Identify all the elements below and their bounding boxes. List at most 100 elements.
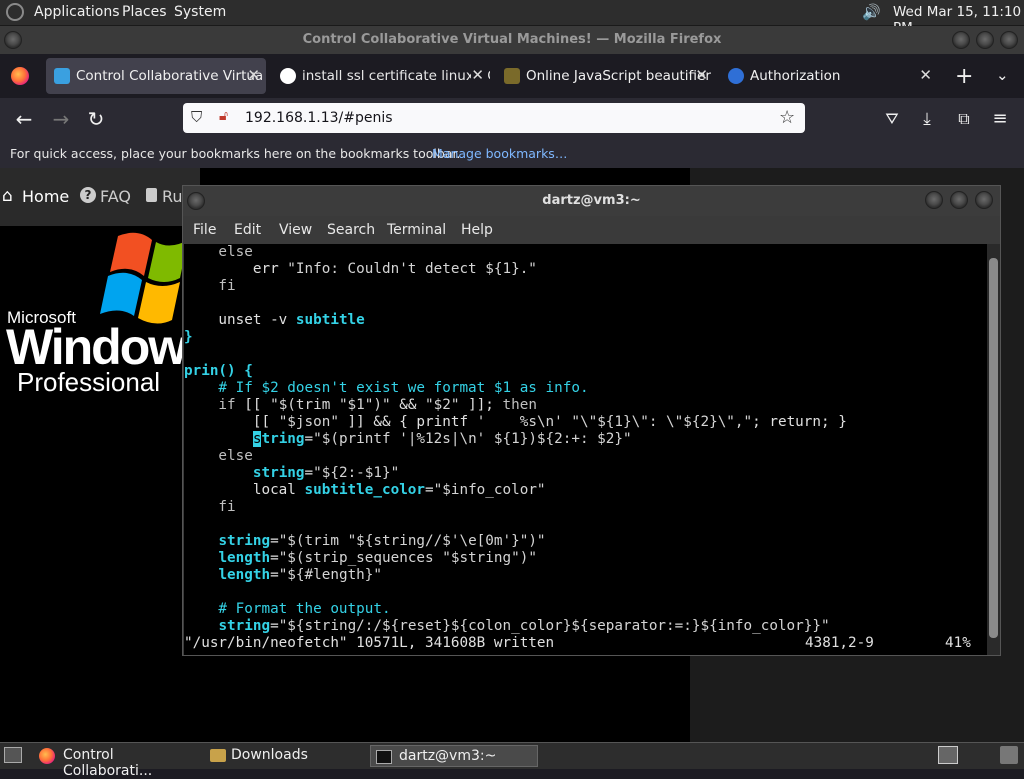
windows-flag-logo bbox=[100, 232, 188, 324]
insecure-lock-icon[interactable]: 🔓︎ bbox=[219, 108, 228, 124]
terminal-titlebar[interactable]: dartz@vm3:~ bbox=[183, 186, 1000, 216]
code-line: prin() { bbox=[184, 363, 253, 379]
firefox-icon[interactable] bbox=[11, 67, 29, 85]
nav-rules[interactable]: Ru bbox=[162, 187, 183, 206]
code-line: length="${#length}" bbox=[218, 567, 382, 583]
tab-authorization[interactable]: Authorization ✕ bbox=[720, 58, 938, 94]
tab-label: install ssl certificate linux - G bbox=[302, 68, 490, 84]
code-line: fi bbox=[184, 499, 236, 515]
terminal-window[interactable]: dartz@vm3:~ File Edit View Search Termin… bbox=[182, 185, 1001, 656]
code-line: else bbox=[184, 244, 253, 260]
reload-icon[interactable]: ↻ bbox=[83, 106, 109, 132]
maximize-button[interactable] bbox=[976, 31, 994, 49]
close-tab-icon[interactable]: ✕ bbox=[695, 66, 708, 84]
close-tab-icon[interactable]: ✕ bbox=[919, 66, 932, 84]
forward-arrow-icon[interactable]: → bbox=[48, 106, 74, 132]
tab-list-chevron-icon[interactable]: ⌄ bbox=[996, 66, 1009, 84]
new-tab-icon[interactable]: + bbox=[955, 64, 973, 89]
menu-applications[interactable]: Applications bbox=[34, 4, 120, 20]
scrollbar-thumb[interactable] bbox=[989, 258, 998, 638]
terminal-menu-file[interactable]: File bbox=[193, 222, 216, 238]
close-tab-icon[interactable]: ✕ bbox=[247, 66, 260, 84]
terminal-menu-view[interactable]: View bbox=[279, 222, 312, 238]
code-line: string="$(printf '|%12s|\n' ${1})${2:+: … bbox=[252, 431, 632, 447]
faq-icon[interactable]: ? bbox=[80, 187, 96, 203]
distro-logo-icon[interactable] bbox=[6, 3, 24, 21]
code-line: string="${2:-$1}" bbox=[252, 465, 400, 481]
tab-control-collaborative[interactable]: Control Collaborative Virtua ✕ bbox=[46, 58, 266, 94]
terminal-maximize-button[interactable] bbox=[950, 191, 968, 209]
downloads-icon[interactable]: ⤓ bbox=[914, 106, 940, 132]
tab-install-ssl[interactable]: install ssl certificate linux - G ✕ bbox=[272, 58, 490, 94]
firefox-titlebar[interactable]: Control Collaborative Virtual Machines! … bbox=[0, 26, 1024, 54]
code-line: # Format the output. bbox=[184, 601, 391, 617]
site-nav: ⌂ Home ? FAQ Ru bbox=[0, 168, 200, 226]
bookmark-star-icon[interactable]: ☆ bbox=[779, 107, 795, 128]
taskbar-item-downloads[interactable]: Downloads bbox=[206, 745, 366, 767]
window-title: Control Collaborative Virtual Machines! … bbox=[302, 32, 722, 47]
code-line: if [[ "$(trim "$1")" && "$2" ]]; then bbox=[184, 397, 537, 413]
url-bar[interactable]: ⛉ 🔓︎ 192.168.1.13/#penis ☆ bbox=[183, 103, 805, 133]
trash-icon[interactable] bbox=[1000, 746, 1018, 764]
back-arrow-icon[interactable]: ← bbox=[11, 106, 37, 132]
js-beautifier-icon bbox=[504, 68, 520, 84]
vim-cursor-position: 4381,2-9 bbox=[805, 635, 874, 651]
code-line: length="$(strip_sequences "$string")" bbox=[218, 550, 537, 566]
terminal-scrollbar[interactable] bbox=[987, 244, 1000, 655]
url-text[interactable]: 192.168.1.13/#penis bbox=[245, 110, 393, 126]
taskbar-item-label: Control Collaborati... bbox=[63, 747, 153, 779]
flag-red bbox=[110, 232, 152, 276]
monitor-icon bbox=[54, 68, 70, 84]
terminal-close-button[interactable] bbox=[975, 191, 993, 209]
terminal-minimize-button[interactable] bbox=[925, 191, 943, 209]
code-line: unset -v subtitle bbox=[184, 312, 365, 328]
logo-professional-text: Professional bbox=[17, 367, 161, 397]
terminal-menu-search[interactable]: Search bbox=[327, 222, 375, 238]
manage-bookmarks-link[interactable]: Manage bookmarks… bbox=[432, 146, 567, 161]
terminal-menu-edit[interactable]: Edit bbox=[234, 222, 261, 238]
taskbar-item-firefox[interactable]: Control Collaborati... bbox=[34, 745, 200, 779]
folder-icon bbox=[210, 749, 226, 762]
shield-icon[interactable]: ⛉ bbox=[191, 108, 202, 126]
show-desktop-icon[interactable] bbox=[4, 747, 22, 763]
close-tab-icon[interactable]: ✕ bbox=[471, 66, 484, 84]
nav-faq[interactable]: FAQ bbox=[100, 187, 131, 206]
nav-home[interactable]: Home bbox=[22, 187, 69, 206]
code-line: [[ "$json" ]] && { printf ' %s\n' "\"${1… bbox=[184, 414, 847, 430]
taskbar-item-terminal[interactable]: dartz@vm3:~ bbox=[370, 745, 538, 767]
taskbar-item-label: dartz@vm3:~ bbox=[399, 748, 497, 764]
pocket-icon[interactable]: ⛛ bbox=[879, 106, 905, 132]
home-icon[interactable]: ⌂ bbox=[2, 186, 13, 206]
terminal-icon bbox=[376, 750, 392, 764]
extensions-icon[interactable]: ⧉ bbox=[951, 106, 977, 132]
tab-js-beautifier[interactable]: Online JavaScript beautifier ✕ bbox=[496, 58, 714, 94]
terminal-menubar: File Edit View Search Terminal Help bbox=[183, 216, 1000, 244]
menu-hamburger-icon[interactable]: ≡ bbox=[987, 106, 1013, 132]
code-line: local subtitle_color="$info_color" bbox=[184, 482, 546, 498]
workspace-switcher-icon[interactable] bbox=[938, 746, 958, 764]
firefox-icon bbox=[39, 748, 55, 764]
top-panel: Applications Places System 🔊 Wed Mar 15,… bbox=[0, 0, 1024, 36]
taskbar-item-label: Downloads bbox=[231, 747, 308, 763]
rules-icon[interactable] bbox=[146, 188, 157, 202]
terminal-menu-help[interactable]: Help bbox=[461, 222, 493, 238]
menu-system[interactable]: System bbox=[174, 4, 226, 20]
volume-icon[interactable]: 🔊 bbox=[862, 3, 881, 21]
minimize-button[interactable] bbox=[952, 31, 970, 49]
terminal-menu-terminal[interactable]: Terminal bbox=[387, 222, 446, 238]
menu-places[interactable]: Places bbox=[122, 4, 167, 20]
flag-blue bbox=[100, 272, 142, 316]
terminal-body[interactable]: else err "Info: Couldn't detect ${1}." f… bbox=[184, 244, 987, 655]
at-sign-icon bbox=[728, 68, 744, 84]
google-icon bbox=[280, 68, 296, 84]
code-line: err "Info: Couldn't detect ${1}." bbox=[184, 261, 537, 277]
close-window-button[interactable] bbox=[1000, 31, 1018, 49]
tab-label: Online JavaScript beautifier bbox=[526, 68, 711, 84]
vim-status-message: "/usr/bin/neofetch" 10571L, 341608B writ… bbox=[184, 635, 555, 651]
bookmarks-toolbar: For quick access, place your bookmarks h… bbox=[0, 140, 1024, 169]
code-line: } bbox=[184, 329, 193, 345]
